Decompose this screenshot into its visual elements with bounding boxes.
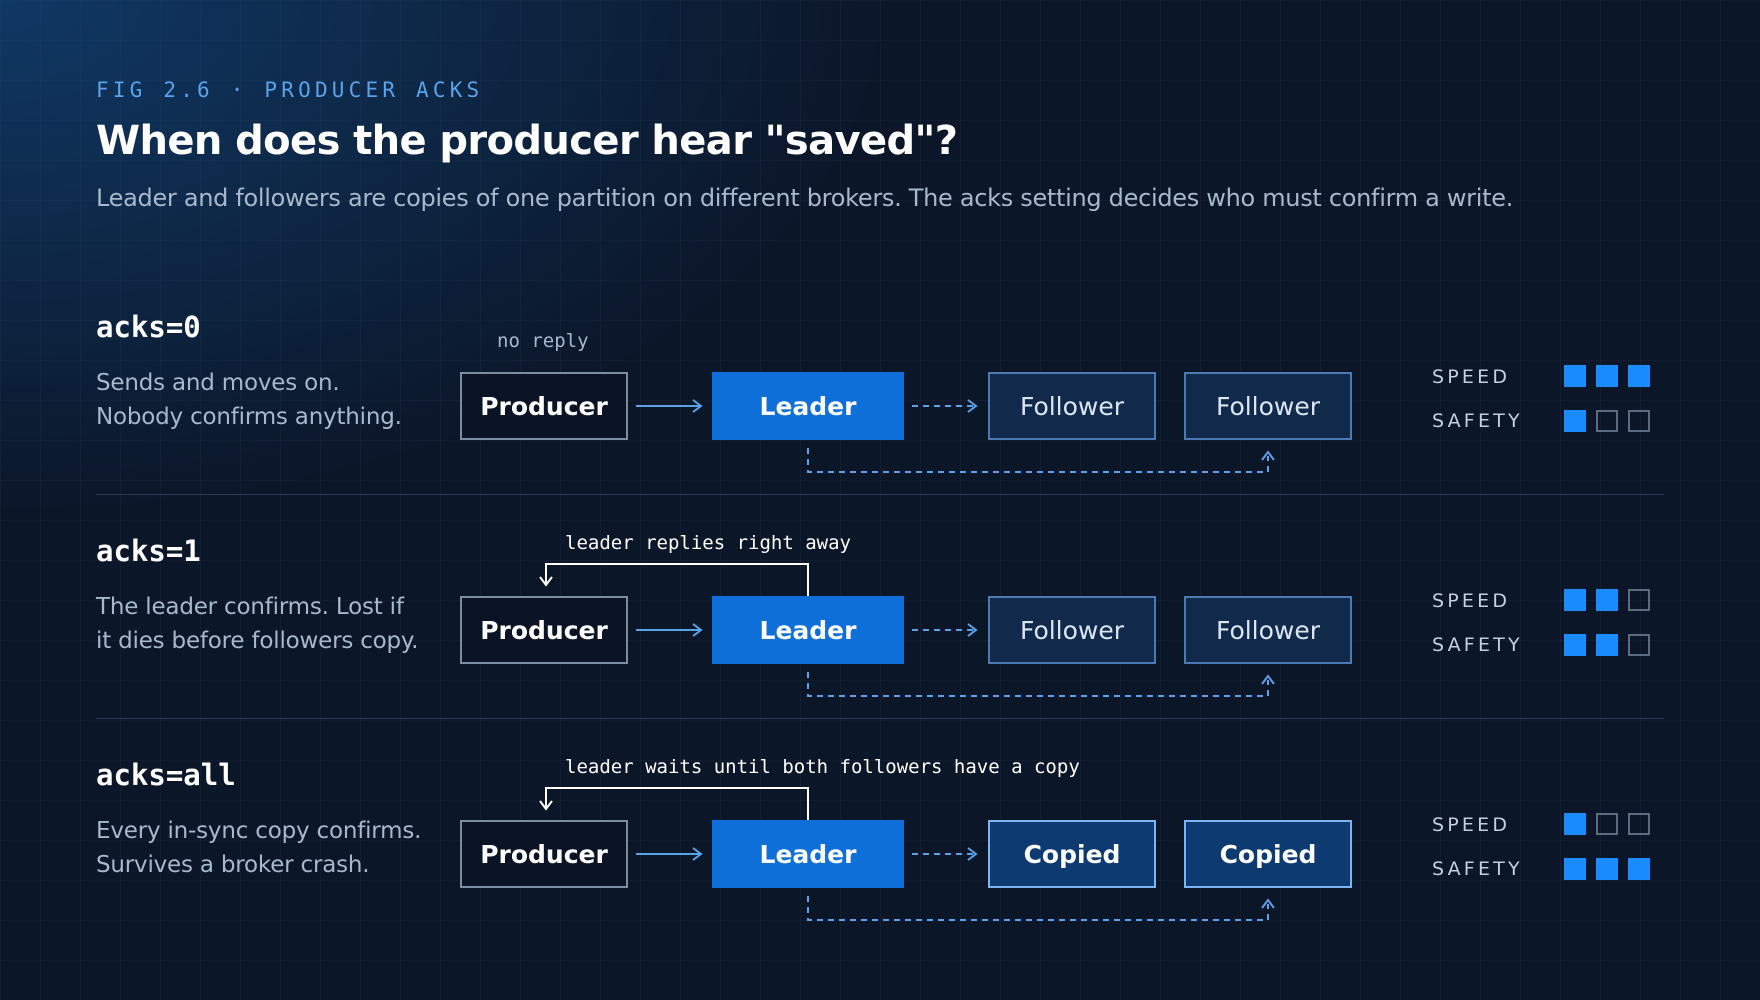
acks-row-0: acks=0 Sends and moves on. Nobody confir… (0, 0, 1760, 473)
row-description: Every in-sync copy confirms. Survives a … (96, 814, 456, 882)
leader-node: Leader (712, 820, 904, 888)
replicate-arrow (912, 847, 978, 861)
acks-row-2: acks=all Every in-sync copy confirms. Su… (0, 448, 1760, 921)
replicate-loop-arrow (807, 896, 1269, 921)
row-description-line: Survives a broker crash. (96, 852, 370, 878)
speed-level-cell (1596, 813, 1618, 835)
copied-node-2: Copied (1184, 820, 1352, 888)
row-divider (96, 718, 1664, 719)
row-connectors (539, 787, 1275, 921)
safety-level-cell (1628, 858, 1650, 880)
row-label: acks=all (96, 758, 236, 792)
row-connectors (636, 399, 1275, 473)
ack-reply-arrow (539, 787, 809, 820)
reply-note: leader waits until both followers have a… (565, 756, 1080, 778)
replicate-loop-arrow (807, 672, 1269, 697)
safety-level-cell (1564, 858, 1586, 880)
producer-node: Producer (460, 820, 628, 888)
safety-label: SAFETY (1432, 858, 1523, 880)
speed-label: SPEED (1432, 814, 1511, 836)
speed-level-cell (1628, 813, 1650, 835)
row-connectors (539, 563, 1275, 697)
speed-level-cell (1564, 813, 1586, 835)
safety-level-cell (1596, 858, 1618, 880)
produce-arrow (636, 847, 703, 861)
acks-row-1: acks=1 The leader confirms. Lost if it d… (0, 224, 1760, 697)
row-description-line: Every in-sync copy confirms. (96, 818, 422, 844)
copied-node-1: Copied (988, 820, 1156, 888)
